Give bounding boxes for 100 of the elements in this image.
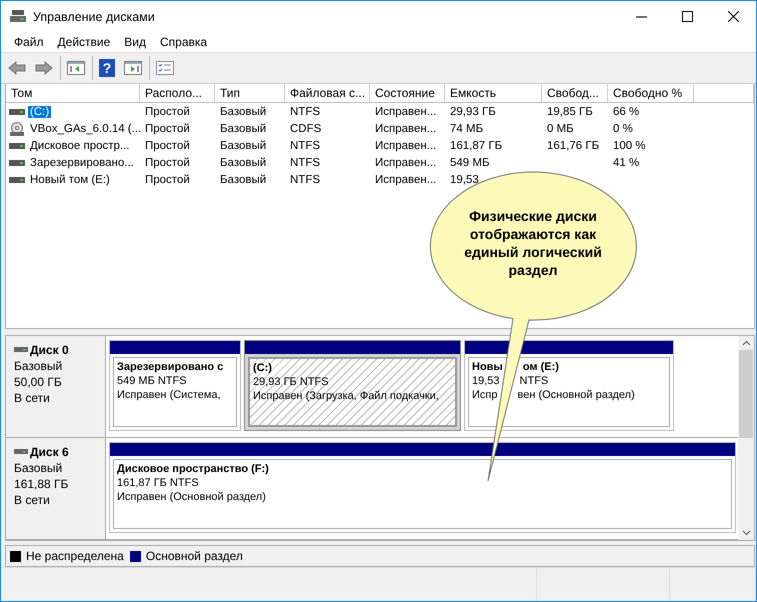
column-header[interactable]: Тип [215,84,285,102]
partition-size: NTFS [520,375,548,387]
scroll-up-icon[interactable] [742,340,750,346]
table-cell: Базовый [220,122,266,134]
table-cell: Простой [145,106,190,118]
partition-status: Испр [472,389,498,401]
table-cell: 19,85 ГБ [547,106,593,118]
table-cell: Исправен... [375,140,436,152]
drive-icon [9,142,25,150]
disk-info-panel[interactable]: Диск 6 Базовый 161,88 ГБ В сети [6,438,106,539]
partition-status: Исправен (Основной раздел) [117,491,266,503]
disk-status: В сети [14,391,51,405]
table-cell: NTFS [290,140,320,152]
table-cell: Простой [145,174,190,186]
partition-block[interactable]: Новы ом (E:) 19,53 NTFS Испр вен (Основной раздел) [464,340,674,431]
partition-size: 549 МБ NTFS [117,375,187,387]
disk-type: Базовый [14,461,64,475]
table-cell: 41 % [613,156,640,168]
table-cell: 549 МБ [450,156,490,168]
volume-name[interactable]: Дисковое простр... [28,140,132,152]
volume-name[interactable]: (C:) [28,106,52,118]
partition-title: (C:) [253,362,272,374]
action-pane-button[interactable] [121,56,150,80]
panel-icon [67,61,85,75]
table-cell: CDFS [290,122,322,134]
close-icon [728,11,738,22]
window-title: Управление дисками [33,10,155,24]
disk-management-icon [9,8,27,24]
table-cell: Исправен... [375,106,436,118]
menu-item[interactable]: Вид [117,35,153,49]
disk-size: 50,00 ГБ [14,375,63,389]
table-cell: Простой [145,156,190,168]
table-cell: 0 МБ [547,122,574,134]
table-cell: Базовый [220,140,266,152]
menu-item[interactable]: Справка [153,35,214,49]
partition-status: Исправен (Загрузка, Файл подкачки, [253,390,439,402]
table-cell: Исправен... [375,174,436,186]
table-cell: Базовый [220,156,266,168]
table-cell: Базовый [220,106,266,118]
table-cell: 161,87 ГБ [450,140,502,152]
table-cell: Базовый [220,174,266,186]
drive-icon [9,108,25,116]
vertical-scrollbar[interactable] [738,336,754,540]
table-cell: 0 % [613,122,633,134]
checklist-icon [156,61,174,75]
menu-item[interactable]: Файл [7,35,51,49]
partition-title: ом (E:) [522,361,559,373]
menu-item[interactable]: Действие [50,35,118,49]
drive-icon [9,158,25,166]
help-button[interactable]: ? [96,56,118,80]
table-cell: NTFS [290,156,320,168]
column-header[interactable]: Файловая с... [285,84,370,102]
partition-block[interactable]: Зарезервировано с 549 МБ NTFS Исправен (Система, [109,340,241,431]
partition-block[interactable]: (C:) 29,93 ГБ NTFS Исправен (Загрузка, Файл подкачки, [244,340,461,431]
volume-name[interactable]: Новый том (E:) [28,174,112,186]
legend-label: Основной раздел [146,549,243,563]
volume-name[interactable]: VBox_GAs_6.0.14 (... [28,122,144,134]
scrollbar-thumb[interactable] [739,350,753,438]
cd-drive-icon [9,122,25,136]
column-header[interactable]: Том [6,84,140,102]
partition-size: 161,87 ГБ NTFS [117,477,199,489]
column-header[interactable]: Располо... [140,84,215,102]
disk-type: Базовый [14,359,64,373]
table-cell: 74 МБ [450,122,484,134]
panel-icon [124,61,142,75]
table-cell: NTFS [290,174,320,186]
console-tree-button[interactable] [64,56,93,80]
drive-icon [9,176,25,184]
table-cell: 66 % [613,106,640,118]
disk-size: 161,88 ГБ [14,477,70,491]
maximize-icon [682,11,692,22]
forward-arrow-icon [35,61,53,75]
column-header[interactable]: Состояние [370,84,445,102]
table-cell: 19,53 [450,174,479,186]
column-header[interactable]: Емкость [445,84,542,102]
disk-info-panel[interactable]: Диск 0 Базовый 50,00 ГБ В сети [6,336,106,437]
table-cell: 29,93 ГБ [450,106,496,118]
legend-label: Не распределена [26,549,124,563]
callout-text: Физические диски отображаются как единый логический раздел [463,207,603,279]
column-header[interactable]: Свободно % [608,84,694,102]
partition-title: Новы [472,361,503,373]
table-cell: 161,76 ГБ [547,140,600,152]
volume-name[interactable]: Зарезервировано... [28,156,136,168]
table-cell: NTFS [290,106,320,118]
table-cell: Простой [145,140,190,152]
disk-name: Диск 6 [30,445,69,459]
partition-size: 19,53 [472,375,500,387]
partition-block[interactable]: Дисковое пространство (F:) 161,87 ГБ NTFS Исправен (Основной раздел) [109,442,736,533]
table-cell: Исправен... [375,156,436,168]
back-arrow-icon [8,61,26,75]
column-header[interactable]: Свобод... [542,84,608,102]
disk-status: В сети [14,493,51,507]
partition-size: 29,93 ГБ NTFS [253,376,329,388]
disk-name: Диск 0 [30,343,69,357]
scroll-down-icon[interactable] [742,530,750,536]
partition-title: Дисковое пространство (F:) [117,463,269,475]
partition-status: Исправен (Система, [117,389,221,401]
table-cell: Исправен... [375,122,436,134]
partition-title: Зарезервировано с [117,361,224,373]
table-cell: Простой [145,122,190,134]
